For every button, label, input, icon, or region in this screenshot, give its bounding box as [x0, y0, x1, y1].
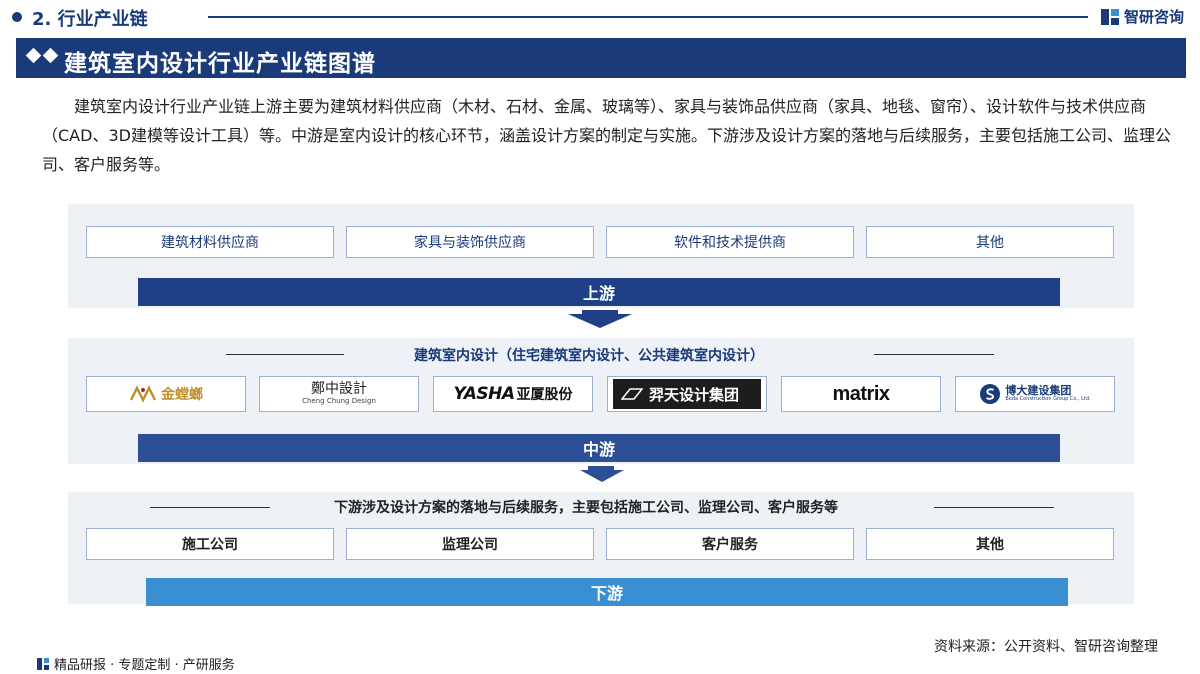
section-bullet: [12, 12, 22, 22]
title-banner: 建筑室内设计行业产业链图谱: [16, 38, 1186, 78]
down-arrow-icon: [580, 470, 624, 482]
downstream-item: 其他: [866, 528, 1114, 560]
brand-logo-icon: [1100, 8, 1119, 25]
footer-tagline: 精品研报 · 专题定制 · 产研服务: [54, 658, 235, 673]
heading-rule-left: [150, 507, 270, 508]
logo-matrix-name: matrix: [832, 382, 890, 405]
source-note: 资料来源：公开资料、智研咨询整理: [934, 639, 1158, 655]
logo-yasha-name: YASHA: [453, 384, 515, 404]
midstream-heading: 建筑室内设计（住宅建筑室内设计、公共建筑室内设计）: [414, 348, 764, 364]
downstream-stage-bar: 下游: [146, 578, 1068, 606]
logo-boda-sub: Boda Construction Group Co., Ltd.: [1005, 396, 1091, 403]
heading-rule-right: [874, 354, 994, 355]
industry-chain-diagram: 建筑材料供应商 家具与装饰供应商 软件和技术提供商 其他 上游 建筑室内设计（住…: [0, 196, 1200, 616]
midstream-stage-bar: 中游: [138, 434, 1060, 462]
downstream-item: 监理公司: [346, 528, 594, 560]
boda-logo-icon: [980, 384, 1001, 404]
logo-boda: 博大建设集团 Boda Construction Group Co., Ltd.: [955, 376, 1115, 412]
down-arrow-icon: [568, 314, 632, 328]
downstream-item: 客户服务: [606, 528, 854, 560]
yitian-logo-icon: [621, 388, 643, 400]
logo-yitian-name: 羿天设计集团: [649, 385, 740, 404]
logo-yitian: 羿天设计集团: [607, 376, 767, 412]
diamond-icon: [42, 47, 59, 64]
section-label: 2. 行业产业链: [32, 9, 148, 30]
intro-paragraph: 建筑室内设计行业产业链上游主要为建筑材料供应商（木材、石材、金属、玻璃等）、家具…: [42, 97, 1171, 174]
logo-jinhuanglang-name: 金螳螂: [161, 387, 203, 403]
upstream-stage-bar: 上游: [138, 278, 1060, 306]
gold-mantis-logo-icon: [129, 385, 157, 403]
downstream-item: 施工公司: [86, 528, 334, 560]
top-bar: 2. 行业产业链 智研咨询: [0, 0, 1200, 34]
heading-rule-right: [934, 507, 1054, 508]
logo-matrix: matrix: [781, 376, 941, 412]
title-diamonds: [25, 47, 60, 64]
page-title: 建筑室内设计行业产业链图谱: [64, 51, 376, 77]
footer: 精品研报 · 专题定制 · 产研服务: [36, 654, 235, 673]
downstream-heading: 下游涉及设计方案的落地与后续服务，主要包括施工公司、监理公司、客户服务等: [334, 500, 838, 516]
footer-logo-icon: [37, 657, 49, 670]
upstream-item: 建筑材料供应商: [86, 226, 334, 258]
header-divider: [208, 16, 1088, 18]
logo-yasha: YASHA 亚厦股份: [433, 376, 593, 412]
brand-name: 智研咨询: [1123, 8, 1184, 26]
brand: 智研咨询: [1100, 6, 1184, 27]
logo-zhengzhong-sub: Cheng Chung Design: [302, 396, 376, 405]
upstream-item: 其他: [866, 226, 1114, 258]
logo-yasha-cn: 亚厦股份: [516, 387, 573, 403]
logo-zhengzhong-name: 鄭中設計: [311, 381, 367, 398]
heading-rule-left: [226, 354, 344, 355]
upstream-item: 软件和技术提供商: [606, 226, 854, 258]
diamond-icon: [25, 47, 42, 64]
logo-zhengzhong: 鄭中設計 Cheng Chung Design: [259, 376, 419, 412]
logo-jinhuanglang: 金螳螂: [86, 376, 246, 412]
upstream-item: 家具与装饰供应商: [346, 226, 594, 258]
